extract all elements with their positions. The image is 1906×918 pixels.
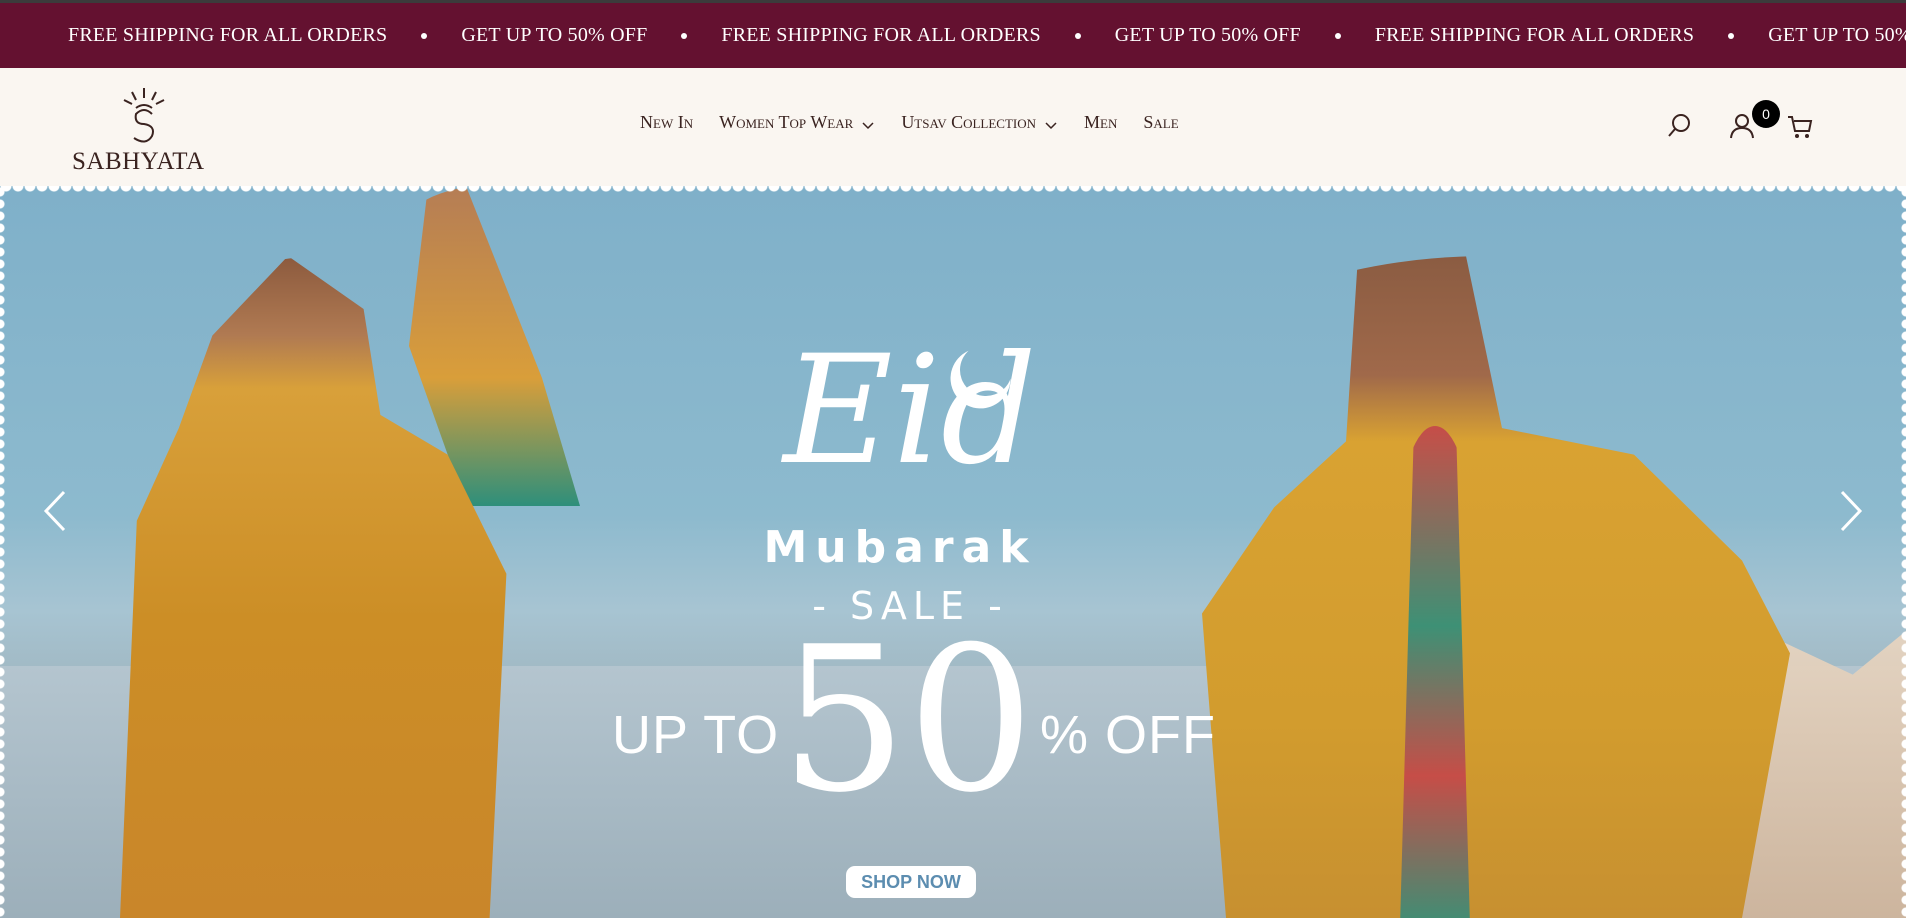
hero-discount-amount: 50 (780, 604, 1035, 837)
announcement-message: FREE SHIPPING FOR ALL ORDERS (721, 24, 1041, 46)
announcement-message: GET UP TO 50% OFF (461, 24, 648, 46)
bullet-separator (1728, 32, 1735, 39)
announcement-bar: FREE SHIPPING FOR ALL ORDERS GET UP TO 5… (0, 0, 1906, 68)
nav-item-label: Sale (1143, 112, 1179, 132)
hero-banner[interactable]: Eid Mubarak - SALE - UP TO 50 % OFF SHOP… (0, 186, 1906, 918)
chevron-down-icon (861, 116, 875, 130)
nav-item-women-top-wear[interactable]: Women Top Wear (719, 112, 875, 133)
hero-mubarak-heading: Mubarak (763, 522, 1037, 573)
nav-item-label: Women Top Wear (719, 112, 854, 132)
announcement-message: FREE SHIPPING FOR ALL ORDERS (68, 24, 388, 46)
cart-icon[interactable] (1786, 112, 1814, 140)
announcement-ticker: FREE SHIPPING FOR ALL ORDERS GET UP TO 5… (68, 3, 1906, 68)
shop-now-button[interactable]: SHOP NOW (846, 866, 976, 898)
slider-prev-arrow[interactable] (36, 486, 76, 536)
bullet-separator (1074, 32, 1081, 39)
page: FREE SHIPPING FOR ALL ORDERS GET UP TO 5… (0, 0, 1906, 918)
brand-name: SABHYATA (72, 148, 205, 175)
nav-item-label: Men (1084, 112, 1118, 132)
main-navigation: New In Women Top Wear Utsav Collection M… (640, 112, 1179, 133)
nav-item-label: Utsav Collection (901, 112, 1037, 132)
announcement-message: GET UP TO 50% (1768, 24, 1906, 46)
bullet-separator (681, 32, 688, 39)
hero-promo-text: Eid Mubarak - SALE - UP TO 50 % OFF (0, 186, 1906, 918)
nav-item-sale[interactable]: Sale (1143, 112, 1178, 133)
hero-off-text: % OFF (1040, 705, 1216, 765)
nav-item-label: New In (640, 112, 694, 132)
nav-item-new-in[interactable]: New In (640, 112, 693, 133)
bullet-separator (1334, 32, 1341, 39)
brand-logo[interactable]: SABHYATA (72, 84, 212, 175)
logo-emblem-icon (123, 88, 165, 143)
nav-item-utsav-collection[interactable]: Utsav Collection (901, 112, 1058, 133)
search-icon[interactable] (1666, 112, 1694, 140)
announcement-message: GET UP TO 50% OFF (1114, 24, 1301, 46)
nav-item-men[interactable]: Men (1084, 112, 1117, 133)
bullet-separator (421, 32, 428, 39)
chevron-right-icon (1840, 490, 1863, 532)
chevron-left-icon (43, 490, 66, 532)
hero-up-to-text: UP TO (612, 705, 780, 765)
hero-eid-heading: Eid (783, 324, 1037, 498)
chevron-down-icon (1044, 116, 1058, 130)
cart-count-badge: 0 (1752, 100, 1780, 128)
announcement-message: FREE SHIPPING FOR ALL ORDERS (1374, 24, 1695, 46)
slider-next-arrow[interactable] (1830, 486, 1870, 536)
site-header: SABHYATA New In Women Top Wear Utsav Col… (0, 68, 1906, 186)
